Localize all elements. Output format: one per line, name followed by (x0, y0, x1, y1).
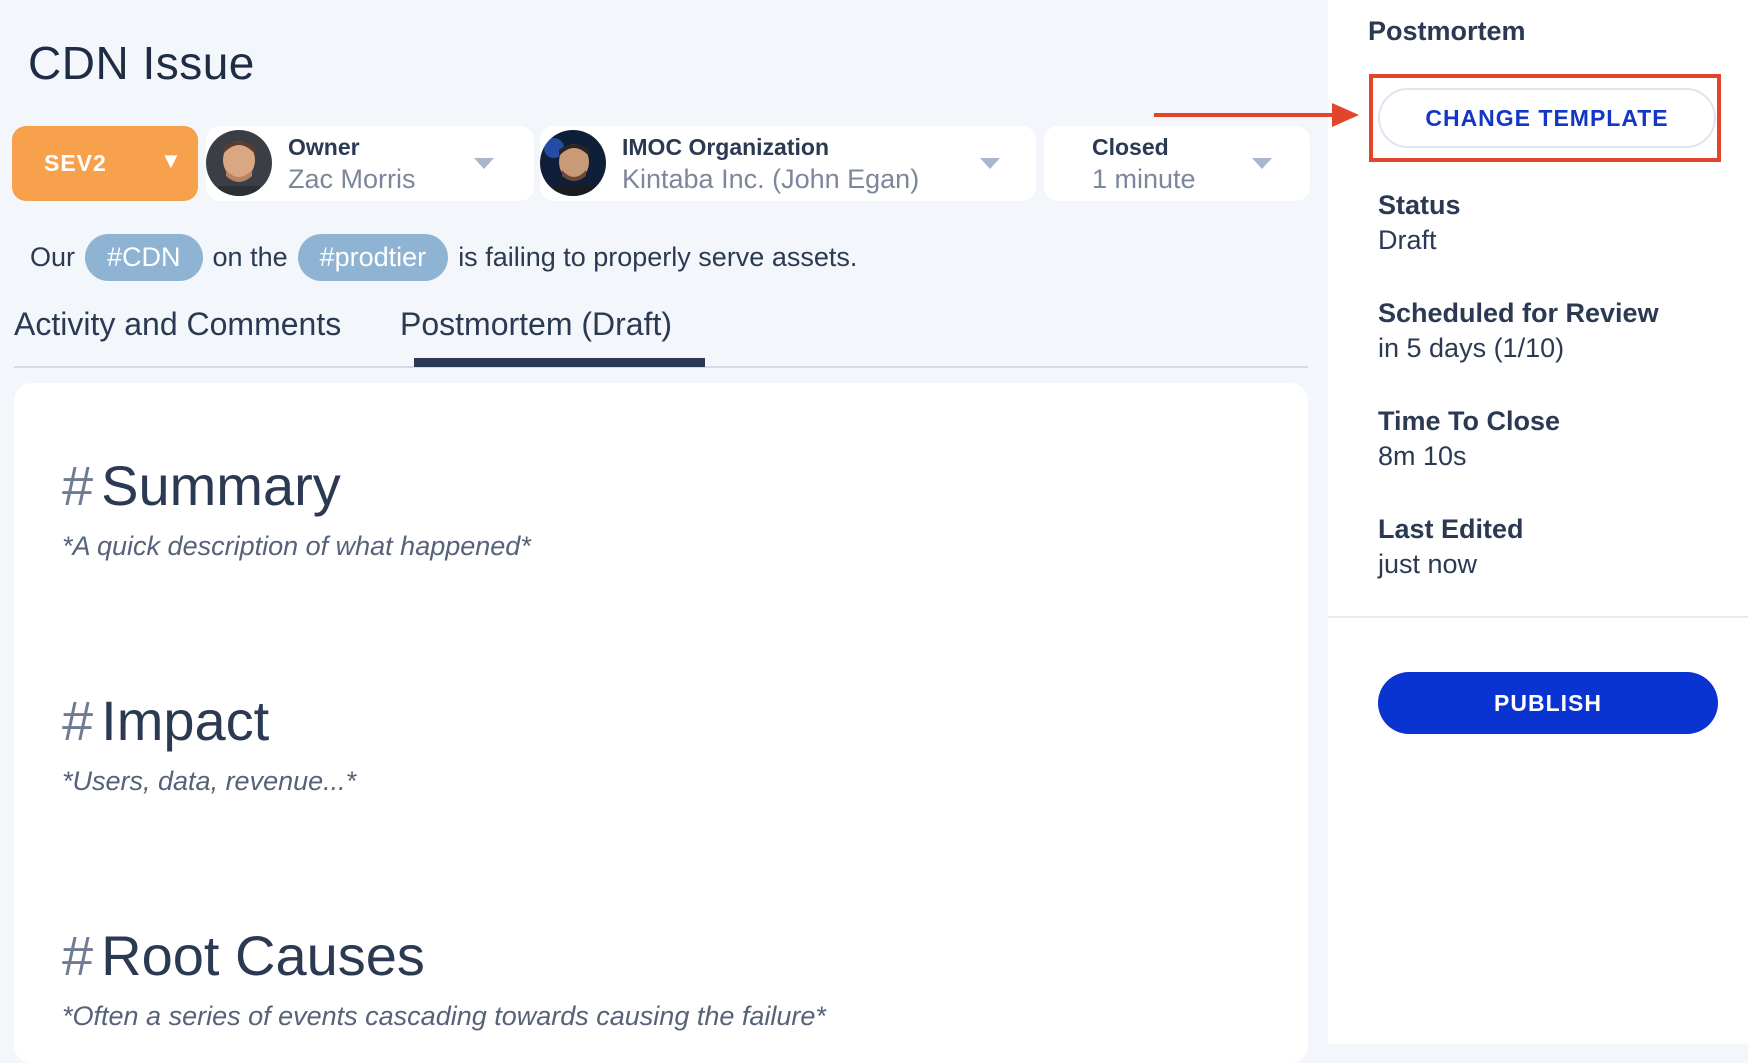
section-hint: *A quick description of what happened* (62, 531, 531, 561)
active-tab-indicator (414, 358, 705, 367)
description-prefix: Our (30, 241, 76, 272)
organization-value: Kintaba Inc. (John Egan) (622, 164, 920, 194)
review-field: Scheduled for Review in 5 days (1/10) (1378, 298, 1659, 364)
organization-label: IMOC Organization (622, 134, 829, 160)
organization-selector[interactable]: IMOC Organization Kintaba Inc. (John Ega… (540, 126, 1036, 201)
severity-dropdown[interactable]: SEV2 ▼ (12, 126, 198, 201)
time-to-close-field: Time To Close 8m 10s (1378, 406, 1560, 472)
field-label: Scheduled for Review (1378, 298, 1659, 328)
tab-postmortem[interactable]: Postmortem (Draft) (400, 306, 672, 343)
section-hint: *Users, data, revenue...* (62, 766, 357, 796)
severity-label: SEV2 (44, 150, 107, 176)
section-heading: # Root Causes (62, 923, 425, 988)
chevron-down-icon (1252, 158, 1272, 169)
heading-text: Summary (101, 454, 341, 517)
tag-prodtier[interactable]: #prodtier (297, 233, 449, 281)
field-value: 8m 10s (1378, 441, 1467, 471)
owner-selector[interactable]: Owner Zac Morris (206, 126, 534, 201)
main-content: CDN Issue SEV2 ▼ Owner Zac Morris IMOC O… (0, 0, 1328, 1063)
field-label: Last Edited (1378, 514, 1524, 544)
change-template-button[interactable]: CHANGE TEMPLATE (1378, 88, 1716, 148)
owner-label: Owner (288, 134, 360, 160)
incident-description: Our #CDN on the #prodtier is failing to … (30, 232, 857, 282)
status-field: Status Draft (1378, 190, 1461, 256)
owner-avatar (206, 130, 272, 196)
last-edited-field: Last Edited just now (1378, 514, 1524, 580)
section-heading: # Summary (62, 453, 341, 518)
closed-value: 1 minute (1092, 164, 1196, 194)
field-value: Draft (1378, 225, 1437, 255)
heading-hash: # (62, 689, 94, 752)
closed-label: Closed (1092, 134, 1169, 160)
page-title: CDN Issue (28, 37, 255, 89)
heading-text: Impact (101, 689, 270, 752)
postmortem-editor[interactable]: # Summary *A quick description of what ha… (14, 383, 1308, 1063)
caret-down-icon: ▼ (160, 148, 182, 173)
tab-bar: Activity and Comments Postmortem (Draft) (14, 300, 1308, 368)
section-hint: *Often a series of events cascading towa… (62, 1001, 826, 1031)
field-label: Time To Close (1378, 406, 1561, 436)
field-value: just now (1378, 549, 1478, 579)
tag-cdn[interactable]: #CDN (85, 233, 203, 281)
sidebar-title: Postmortem (1368, 16, 1526, 46)
owner-value: Zac Morris (288, 164, 416, 194)
description-middle: on the (212, 241, 288, 272)
field-label: Status (1378, 190, 1461, 220)
chevron-down-icon (980, 158, 1000, 169)
publish-button[interactable]: PUBLISH (1378, 672, 1718, 734)
chevron-down-icon (474, 158, 494, 169)
closed-selector[interactable]: Closed 1 minute (1044, 126, 1310, 201)
heading-text: Root Causes (101, 924, 425, 987)
organization-avatar (540, 130, 606, 196)
heading-hash: # (62, 924, 94, 987)
heading-hash: # (62, 454, 94, 517)
field-value: in 5 days (1/10) (1378, 333, 1565, 363)
section-heading: # Impact (62, 688, 269, 753)
pointer-arrow-icon (1154, 103, 1359, 127)
postmortem-sidebar: Postmortem CHANGE TEMPLATE Status Draft … (1328, 0, 1748, 1044)
tab-activity-comments[interactable]: Activity and Comments (14, 306, 341, 343)
sidebar-divider (1328, 616, 1748, 618)
description-suffix: is failing to properly serve assets. (458, 241, 858, 272)
